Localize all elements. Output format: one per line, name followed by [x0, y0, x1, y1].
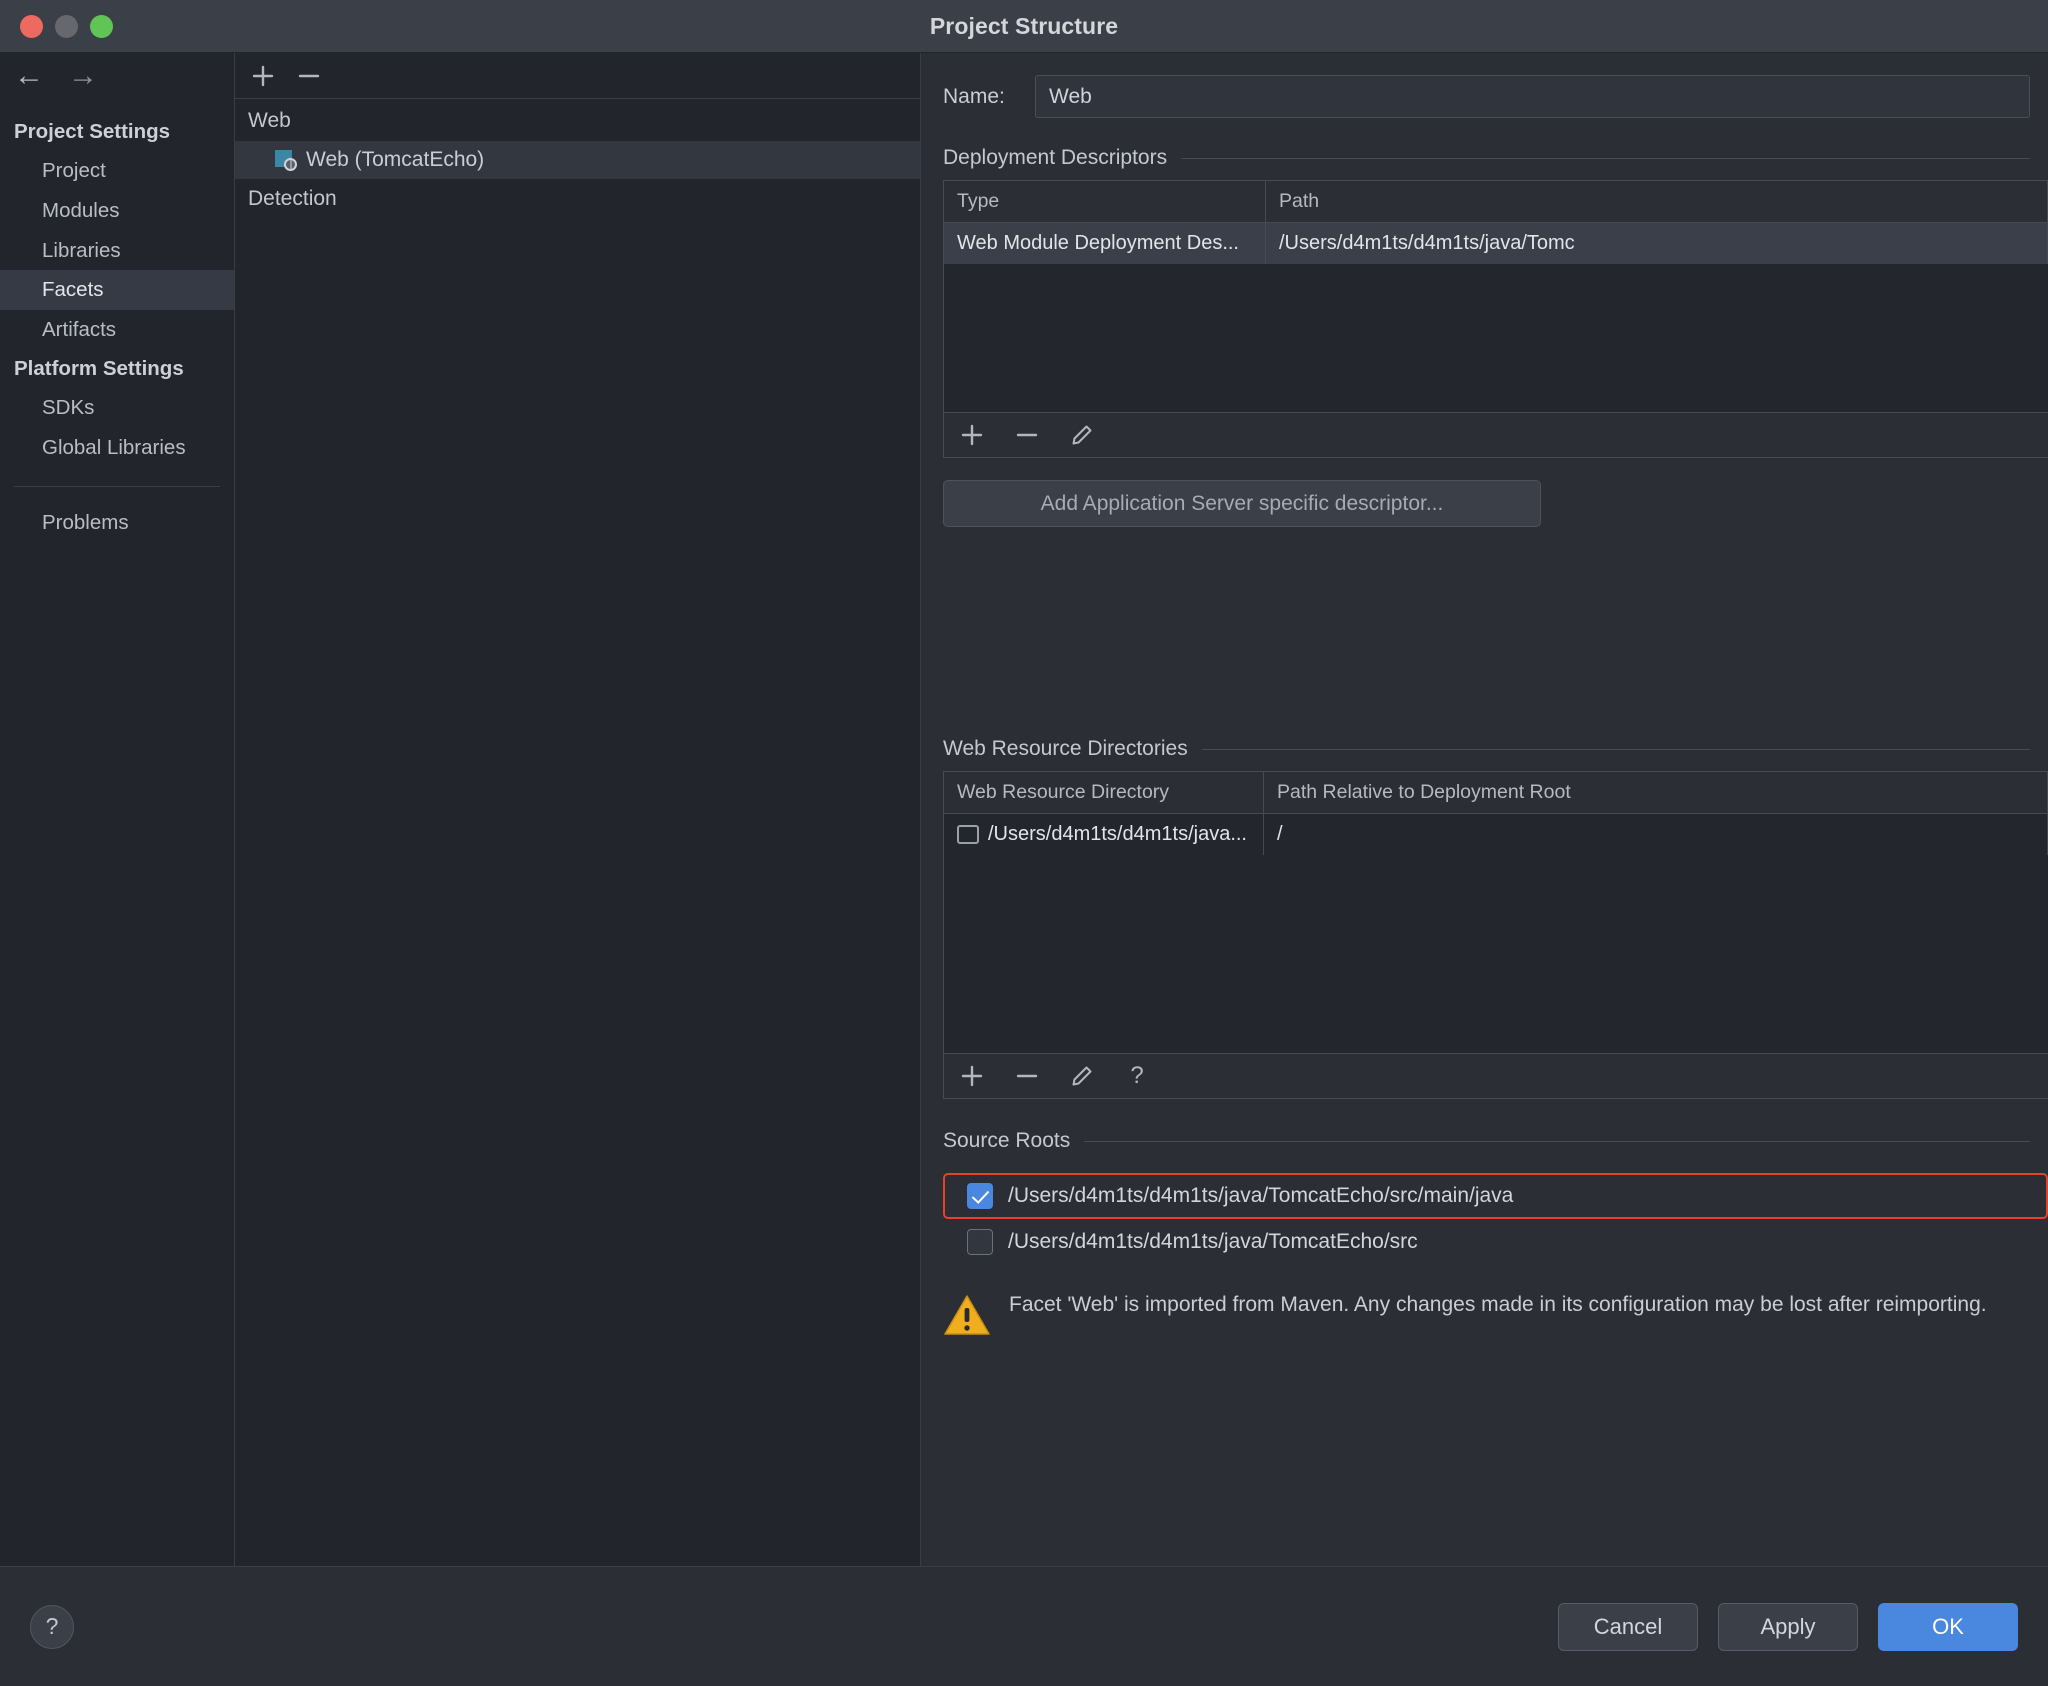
arrow-right-icon[interactable]: →	[68, 61, 98, 91]
add-descriptor-button[interactable]	[958, 421, 986, 449]
deployment-descriptors-title: Deployment Descriptors	[943, 146, 1168, 169]
column-header-type: Type	[944, 181, 1266, 222]
source-root-item[interactable]: /Users/d4m1ts/d4m1ts/java/TomcatEcho/src…	[943, 1173, 2048, 1219]
facet-tree: Web Web (TomcatEcho) Detection	[235, 99, 920, 1566]
table-header: Web Resource Directory Path Relative to …	[944, 772, 2048, 814]
title-bar: Project Structure	[0, 0, 2048, 53]
section-rule	[1084, 1140, 2030, 1142]
sidebar-divider	[14, 485, 220, 487]
source-roots-header: Source Roots	[943, 1129, 2030, 1153]
close-window-button[interactable]	[20, 14, 43, 38]
sidebar-item-artifacts[interactable]: Artifacts	[0, 310, 234, 350]
sidebar-list: Project Settings Project Modules Librari…	[0, 99, 234, 543]
sidebar-item-facets[interactable]: Facets	[0, 270, 234, 311]
table-empty-area	[944, 855, 2048, 1053]
name-label: Name:	[943, 84, 1005, 108]
web-facet-icon	[275, 149, 297, 171]
help-button[interactable]: ?	[30, 1604, 74, 1649]
table-row[interactable]: Web Module Deployment Des... /Users/d4m1…	[944, 223, 2048, 264]
help-web-resource-icon[interactable]: ?	[1123, 1062, 1151, 1090]
edit-web-resource-button[interactable]	[1068, 1062, 1096, 1090]
add-web-resource-button[interactable]	[958, 1062, 986, 1090]
maven-warning: Facet 'Web' is imported from Maven. Any …	[943, 1291, 2018, 1337]
settings-sidebar: ← → Project Settings Project Modules Lib…	[0, 53, 235, 1566]
tree-group-detection: Detection	[248, 187, 337, 210]
dialog-body: ← → Project Settings Project Modules Lib…	[0, 53, 2048, 1566]
edit-descriptor-button[interactable]	[1068, 421, 1096, 449]
source-roots-title: Source Roots	[943, 1129, 1071, 1152]
sidebar-group-platform-settings: Platform Settings	[14, 357, 184, 381]
web-resource-directory-actions: ?	[943, 1054, 2048, 1099]
source-root-path: /Users/d4m1ts/d4m1ts/java/TomcatEcho/src…	[1008, 1184, 1514, 1207]
name-input[interactable]	[1035, 75, 2030, 118]
cell-path: /Users/d4m1ts/d4m1ts/java/Tomc	[1266, 223, 2048, 264]
add-app-server-descriptor-button[interactable]: Add Application Server specific descript…	[943, 480, 1541, 527]
source-root-path: /Users/d4m1ts/d4m1ts/java/TomcatEcho/src	[1008, 1230, 1418, 1253]
deployment-descriptors-table: Type Path Web Module Deployment Des... /…	[943, 180, 2048, 413]
facet-tree-panel: Web Web (TomcatEcho) Detection	[235, 53, 921, 1566]
sidebar-item-global-libraries[interactable]: Global Libraries	[0, 428, 234, 468]
source-roots-list: /Users/d4m1ts/d4m1ts/java/TomcatEcho/src…	[943, 1173, 2048, 1265]
cancel-button[interactable]: Cancel	[1558, 1602, 1698, 1651]
apply-button[interactable]: Apply	[1718, 1602, 1858, 1651]
facet-tree-toolbar	[235, 53, 920, 99]
sidebar-item-sdks[interactable]: SDKs	[0, 388, 234, 428]
column-header-relative-path: Path Relative to Deployment Root	[1264, 772, 2048, 813]
maven-warning-text: Facet 'Web' is imported from Maven. Any …	[1009, 1293, 1987, 1316]
dialog-footer: ? Cancel Apply OK	[0, 1566, 2048, 1686]
window-controls	[20, 14, 113, 38]
sidebar-item-modules[interactable]: Modules	[0, 191, 234, 231]
column-header-path: Path	[1266, 181, 2048, 222]
maximize-window-button[interactable]	[90, 14, 113, 38]
table-row[interactable]: /Users/d4m1ts/d4m1ts/java... /	[944, 814, 2048, 855]
tree-node-label: Web (TomcatEcho)	[306, 148, 485, 171]
remove-descriptor-button[interactable]	[1013, 421, 1041, 449]
deployment-descriptors-header: Deployment Descriptors	[943, 146, 2030, 170]
arrow-left-icon[interactable]: ←	[14, 61, 44, 91]
cell-web-resource-directory: /Users/d4m1ts/d4m1ts/java...	[944, 814, 1264, 855]
ok-button[interactable]: OK	[1878, 1602, 2018, 1651]
web-resource-directories-title: Web Resource Directories	[943, 737, 1188, 760]
sidebar-item-libraries[interactable]: Libraries	[0, 231, 234, 271]
project-structure-dialog: Project Structure ← → Project Settings P…	[0, 0, 2048, 1686]
source-root-checkbox[interactable]	[967, 1229, 993, 1255]
cell-type: Web Module Deployment Des...	[944, 223, 1266, 264]
remove-web-resource-button[interactable]	[1013, 1062, 1041, 1090]
section-rule	[1201, 748, 2030, 750]
source-root-checkbox[interactable]	[967, 1183, 993, 1209]
tree-node-web-tomcatecho[interactable]: Web (TomcatEcho)	[235, 141, 920, 179]
folder-icon	[957, 825, 979, 844]
web-resource-directories-header: Web Resource Directories	[943, 737, 2030, 761]
navigation-arrows: ← →	[0, 53, 234, 99]
deployment-descriptor-actions	[943, 413, 2048, 458]
sidebar-item-project[interactable]: Project	[0, 151, 234, 191]
source-root-item[interactable]: /Users/d4m1ts/d4m1ts/java/TomcatEcho/src	[943, 1219, 2048, 1265]
column-header-web-resource-directory: Web Resource Directory	[944, 772, 1264, 813]
cell-relative-path: /	[1264, 814, 2048, 855]
sidebar-item-problems[interactable]: Problems	[0, 503, 234, 543]
name-row: Name:	[943, 75, 2030, 118]
section-rule	[1181, 157, 2030, 159]
remove-facet-button[interactable]	[294, 61, 324, 91]
sidebar-group-project-settings: Project Settings	[14, 120, 171, 143]
web-resource-directories-table: Web Resource Directory Path Relative to …	[943, 771, 2048, 1054]
table-header: Type Path	[944, 181, 2048, 223]
minimize-window-button[interactable]	[55, 14, 78, 38]
tree-group-web: Web	[248, 109, 291, 132]
table-empty-area	[944, 264, 2048, 412]
cell-text: /Users/d4m1ts/d4m1ts/java...	[988, 823, 1247, 845]
window-title: Project Structure	[929, 12, 1119, 39]
add-facet-button[interactable]	[248, 61, 278, 91]
warning-icon	[943, 1293, 991, 1337]
facet-details-panel: Name: Deployment Descriptors Type Path W…	[921, 53, 2048, 1566]
